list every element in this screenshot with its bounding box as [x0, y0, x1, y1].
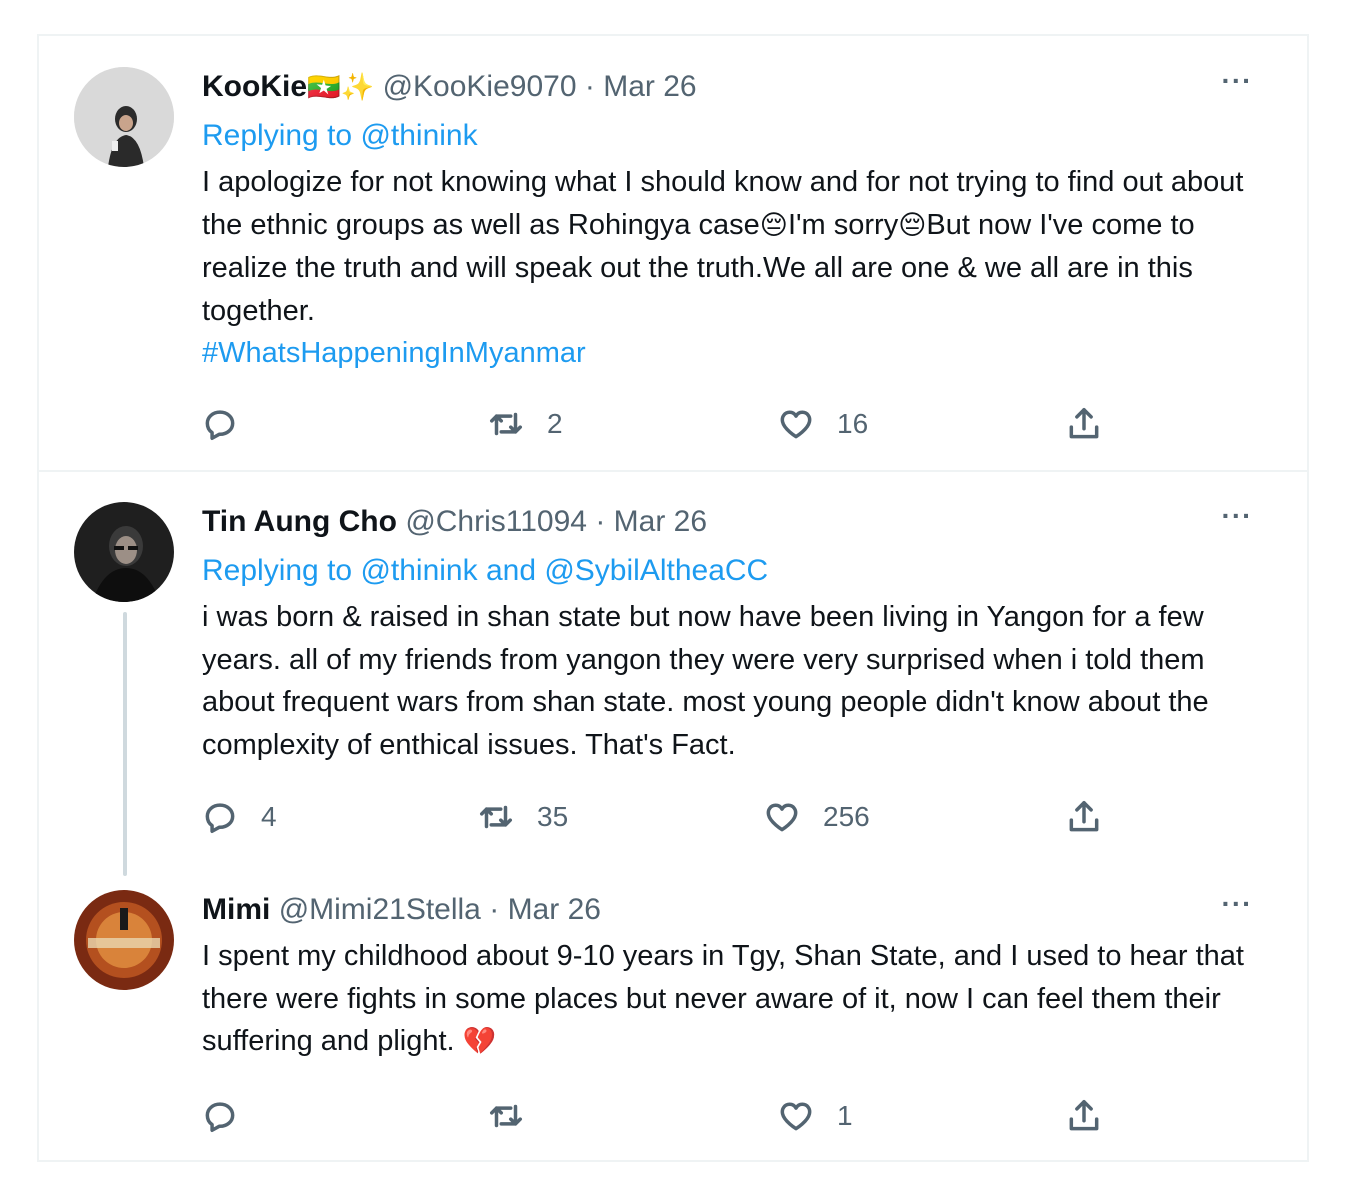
user-handle[interactable]: @Mimi21Stella: [279, 893, 481, 926]
display-name[interactable]: Tin Aung Cho: [202, 505, 397, 538]
reply-count: 4: [261, 801, 277, 832]
tweet-header: Tin Aung Cho @Chris11094 · Mar 26 ···: [202, 502, 1273, 542]
reply-button[interactable]: 4: [201, 795, 277, 839]
tweet-actions: 2 16: [39, 402, 1307, 446]
avatar-kookie-image: [74, 67, 174, 167]
retweet-button[interactable]: 35: [477, 795, 568, 839]
like-count: 1: [837, 1100, 853, 1131]
tweet-header: KooKie🇲🇲✨ @KooKie9070 · Mar 26 ···: [202, 67, 1273, 107]
retweet-icon: [490, 412, 522, 436]
heart-icon: [780, 1102, 812, 1131]
separator-dot: ·: [584, 70, 595, 103]
retweet-icon: [490, 1104, 522, 1128]
retweet-icon: [480, 805, 512, 829]
retweet-count: 35: [537, 801, 569, 832]
like-button[interactable]: 16: [777, 402, 868, 446]
tweet-tin-aung-cho[interactable]: Tin Aung Cho @Chris11094 · Mar 26 ··· Re…: [39, 472, 1307, 876]
tweet-actions: 4 35 256: [39, 795, 1307, 839]
tweet-text-part: I'm sorry: [787, 208, 899, 241]
reply-icon: [205, 1102, 235, 1132]
tweet-date[interactable]: Mar 26: [508, 893, 601, 926]
share-button[interactable]: [1065, 795, 1103, 839]
reply-icon: [205, 803, 235, 833]
pensive-emoji: 😔: [759, 209, 788, 241]
replying-to-prefix: Replying to: [202, 119, 353, 152]
tweet-text: I spent my childhood about 9-10 years in…: [202, 935, 1273, 1064]
replying-to-prefix: Replying to: [202, 554, 353, 587]
separator-dot: ·: [595, 505, 606, 538]
tweet-date[interactable]: Mar 26: [614, 505, 707, 538]
avatar-mimi-image: [74, 890, 174, 990]
hashtag-link[interactable]: #WhatsHappeningInMyanmar: [202, 337, 586, 369]
replying-to: Replying to @thinink: [202, 116, 1273, 156]
retweet-count: 2: [547, 408, 563, 439]
share-button[interactable]: [1065, 1094, 1103, 1138]
like-button[interactable]: 1: [777, 1094, 853, 1138]
like-button[interactable]: 256: [763, 795, 870, 839]
like-count: 16: [837, 408, 869, 439]
tweet-mimi[interactable]: Mimi @Mimi21Stella · Mar 26 ··· I spent …: [39, 870, 1307, 1162]
like-count: 256: [823, 801, 870, 832]
retweet-button[interactable]: 2: [487, 402, 563, 446]
tweet-actions: 1: [39, 1094, 1307, 1138]
broken-heart-emoji: 💔: [462, 1026, 497, 1057]
display-name[interactable]: KooKie: [202, 70, 307, 103]
replying-to-link[interactable]: @thinink: [360, 119, 477, 152]
more-icon[interactable]: ···: [1217, 67, 1257, 107]
share-icon: [1069, 408, 1099, 439]
user-handle[interactable]: @KooKie9070: [383, 70, 577, 103]
avatar[interactable]: [74, 67, 174, 167]
tweet-text: I apologize for not knowing what I shoul…: [202, 161, 1273, 375]
share-icon: [1069, 801, 1099, 832]
pensive-emoji: 😔: [898, 209, 927, 241]
reply-button[interactable]: [201, 402, 261, 446]
replying-to-link[interactable]: @thinink and @SybilAltheaCC: [360, 554, 768, 587]
avatar[interactable]: [74, 890, 174, 990]
share-button[interactable]: [1065, 402, 1103, 446]
display-name[interactable]: Mimi: [202, 893, 270, 926]
tweet-date[interactable]: Mar 26: [603, 70, 696, 103]
user-handle[interactable]: @Chris11094: [405, 505, 587, 538]
share-icon: [1069, 1100, 1099, 1131]
retweet-button[interactable]: [487, 1094, 547, 1138]
reply-icon: [205, 410, 235, 440]
reply-button[interactable]: [201, 1094, 261, 1138]
replying-to: Replying to @thinink and @SybilAltheaCC: [202, 551, 1273, 591]
tweet-text-part: I spent my childhood about 9-10 years in…: [202, 940, 1244, 1057]
tweet-header: Mimi @Mimi21Stella · Mar 26 ···: [202, 890, 1273, 930]
avatar[interactable]: [74, 502, 174, 602]
heart-icon: [766, 803, 798, 832]
more-icon[interactable]: ···: [1217, 890, 1257, 930]
tweet-kookie[interactable]: KooKie🇲🇲✨ @KooKie9070 · Mar 26 ··· Reply…: [39, 36, 1307, 472]
name-emojis: 🇲🇲✨: [307, 72, 375, 103]
tweet-thread: KooKie🇲🇲✨ @KooKie9070 · Mar 26 ··· Reply…: [37, 34, 1309, 1162]
more-icon[interactable]: ···: [1217, 502, 1257, 542]
separator-dot: ·: [489, 893, 500, 926]
avatar-tin-aung-cho-image: [74, 502, 174, 602]
tweet-text: i was born & raised in shan state but no…: [202, 601, 1209, 761]
heart-icon: [780, 410, 812, 439]
